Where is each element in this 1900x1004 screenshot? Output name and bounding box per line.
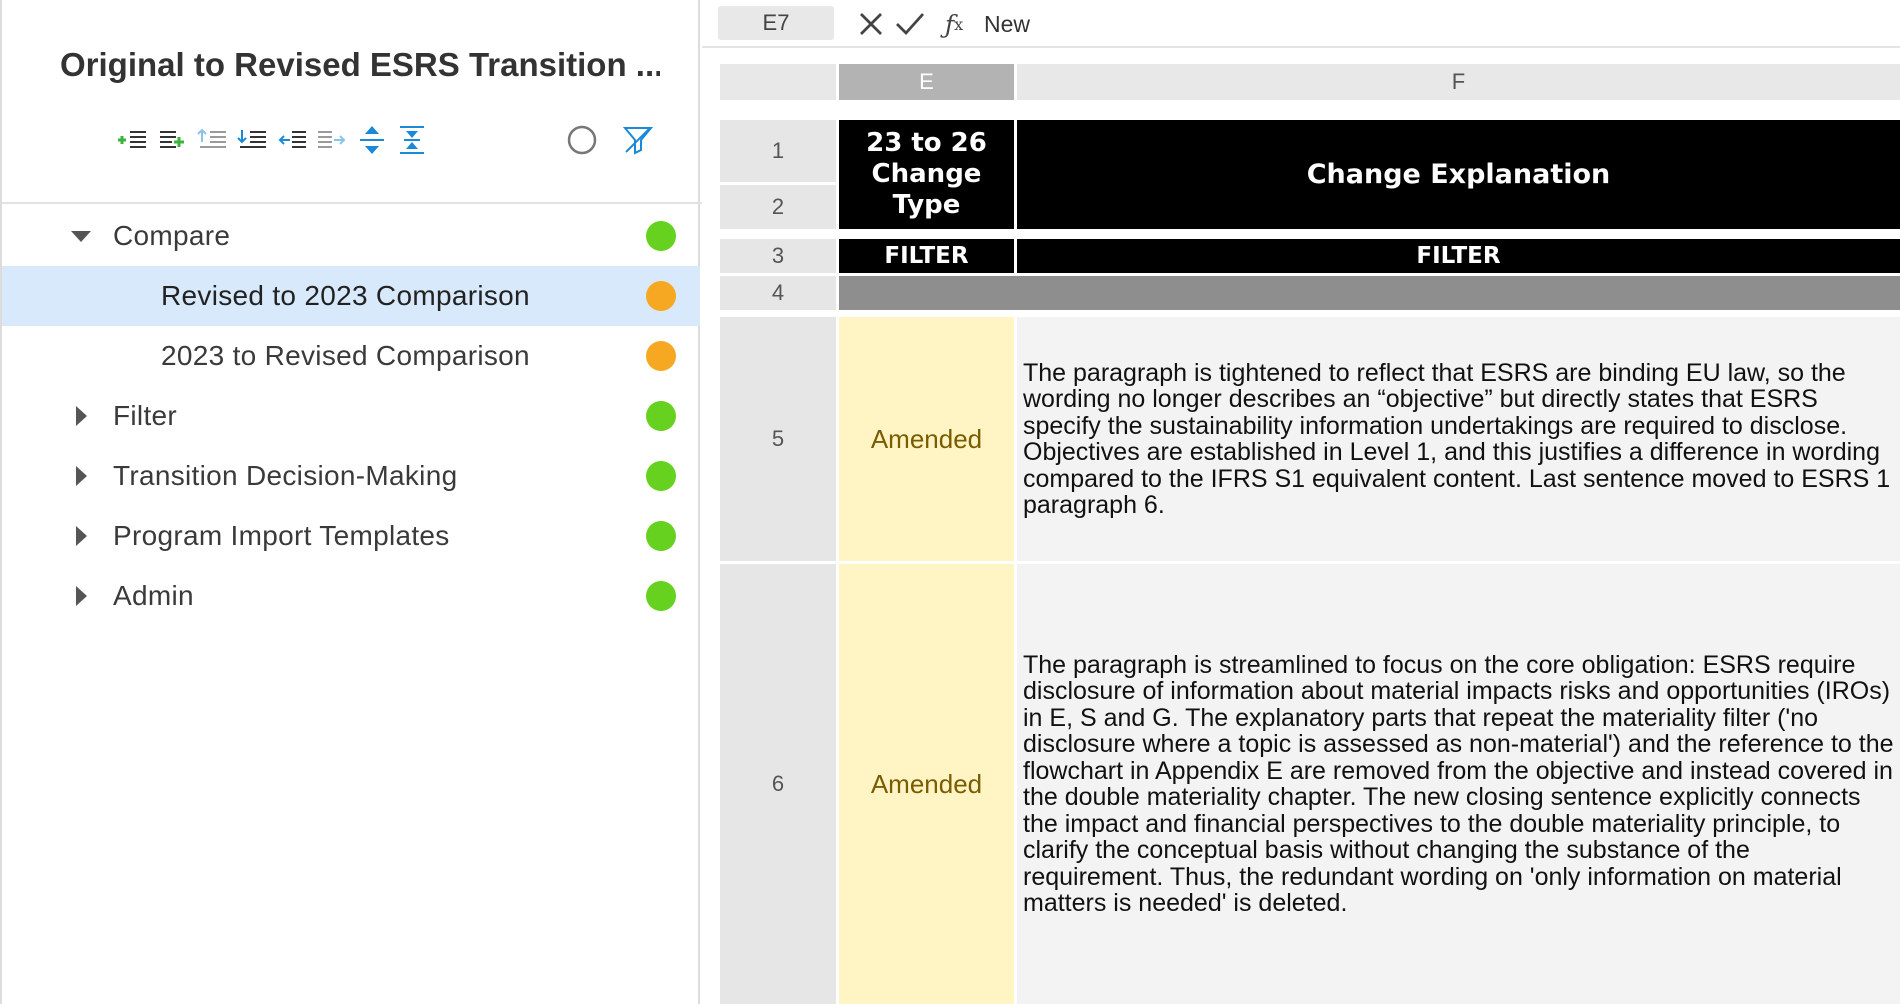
row-header[interactable]: 2 [720, 185, 836, 229]
caret-right-icon[interactable] [70, 405, 92, 427]
toolbar-divider [2, 202, 702, 204]
sheet-tree: Compare Revised to 2023 Comparison 2023 … [2, 206, 700, 626]
filter-off-icon[interactable] [620, 122, 656, 158]
filter-cell-f[interactable]: FILTER [1017, 239, 1900, 273]
add-row-above-icon[interactable] [114, 122, 150, 158]
status-dot [646, 401, 676, 431]
row-header[interactable]: 3 [720, 239, 836, 273]
tree-item-program-import-templates[interactable]: Program Import Templates [2, 506, 700, 566]
change-explanation-text: The paragraph is streamlined to focus on… [1023, 650, 1894, 917]
tree-item-label: Transition Decision-Making [113, 460, 458, 491]
status-dot [646, 221, 676, 251]
formula-input[interactable]: New [984, 11, 1030, 38]
tree-item-label: Filter [113, 400, 178, 431]
sheet-grid: E F 1 2 3 4 5 6 23 to 26 Change Type Cha… [720, 64, 1900, 1004]
move-right-icon[interactable] [314, 122, 350, 158]
tree-item-filter[interactable]: Filter [2, 386, 700, 446]
hierarchy-toolbar [114, 122, 674, 162]
change-type-cell[interactable]: Amended [839, 317, 1014, 561]
status-dot [646, 281, 676, 311]
spreadsheet-area: E7 ƒx New E F 1 2 3 4 5 6 23 to 26 Chang… [702, 0, 1900, 1004]
row-header[interactable]: 4 [720, 276, 836, 310]
sheet-navigator-panel: Original to Revised ESRS Transition ... [0, 0, 702, 1004]
caret-down-icon[interactable] [70, 225, 92, 247]
formula-bar: E7 ƒx New [702, 0, 1900, 48]
caret-right-icon[interactable] [70, 465, 92, 487]
tree-item-transition-decision-making[interactable]: Transition Decision-Making [2, 446, 700, 506]
header-change-explanation[interactable]: Change Explanation [1017, 120, 1900, 229]
status-dot [646, 341, 676, 371]
caret-right-icon[interactable] [70, 525, 92, 547]
tree-item-compare[interactable]: Compare [2, 206, 700, 266]
change-explanation-text: The paragraph is tightened to reflect th… [1023, 358, 1891, 519]
workspace-title: Original to Revised ESRS Transition ... [60, 46, 660, 83]
row-header[interactable]: 6 [720, 564, 836, 1004]
change-explanation-cell[interactable]: The paragraph is tightened to reflect th… [1017, 317, 1900, 561]
tree-item-label: 2023 to Revised Comparison [161, 340, 530, 371]
function-icon[interactable]: ƒx [938, 9, 970, 39]
status-dot [646, 521, 676, 551]
change-type-cell[interactable]: Amended [839, 564, 1014, 1004]
tree-item-label: Program Import Templates [113, 520, 450, 551]
change-explanation-cell[interactable]: The paragraph is streamlined to focus on… [1017, 564, 1900, 1004]
status-dot [646, 581, 676, 611]
indent-icon[interactable] [274, 122, 310, 158]
separator-row[interactable] [839, 276, 1900, 310]
tree-item-label: Compare [113, 220, 231, 251]
row-header[interactable]: 1 [720, 120, 836, 182]
row-header[interactable]: 5 [720, 317, 836, 561]
caret-right-icon[interactable] [70, 585, 92, 607]
add-row-below-icon[interactable] [154, 122, 190, 158]
tree-item-admin[interactable]: Admin [2, 566, 700, 626]
status-dot [646, 461, 676, 491]
collapse-all-icon[interactable] [394, 122, 430, 158]
cancel-edit-icon[interactable] [856, 9, 886, 39]
tree-item-revised-to-2023[interactable]: Revised to 2023 Comparison [2, 266, 700, 326]
confirm-edit-icon[interactable] [894, 9, 926, 39]
tree-item-2023-to-revised[interactable]: 2023 to Revised Comparison [2, 326, 700, 386]
tree-item-label: Revised to 2023 Comparison [161, 280, 530, 311]
expand-all-icon[interactable] [354, 122, 390, 158]
circle-status-icon[interactable] [564, 122, 600, 158]
tree-item-label: Admin [113, 580, 194, 611]
cell-reference-box[interactable]: E7 [718, 6, 834, 40]
indent-down-icon[interactable] [234, 122, 270, 158]
corner-header[interactable] [720, 64, 836, 100]
outdent-icon[interactable] [194, 122, 230, 158]
header-change-type[interactable]: 23 to 26 Change Type [839, 120, 1014, 229]
column-header-f[interactable]: F [1017, 64, 1900, 100]
column-header-e[interactable]: E [839, 64, 1014, 100]
filter-cell-e[interactable]: FILTER [839, 239, 1014, 273]
